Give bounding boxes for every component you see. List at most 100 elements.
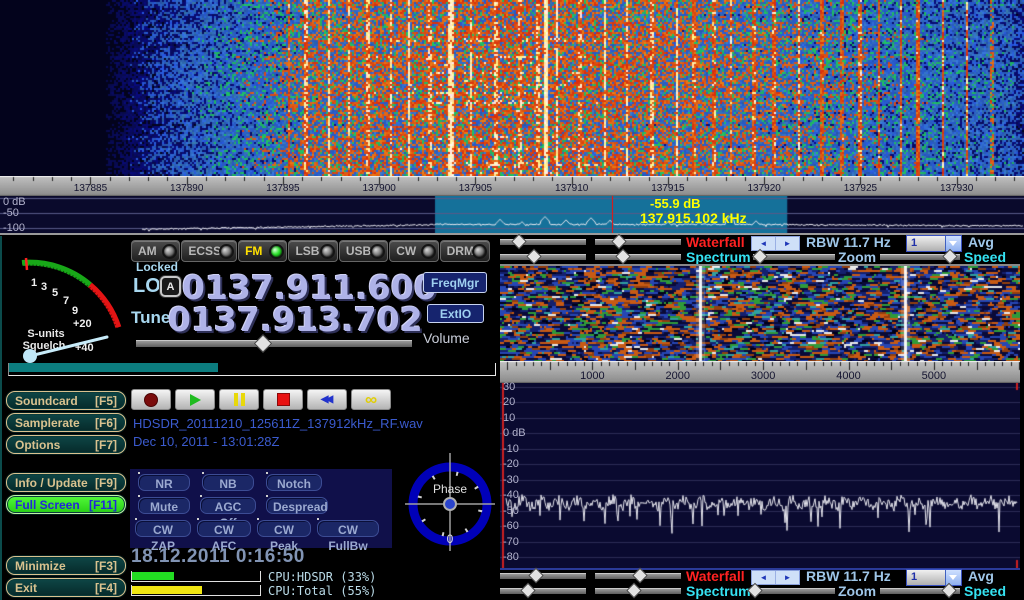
tune-frequency-display[interactable]: 0137.913.702 — [168, 300, 423, 339]
play-button[interactable] — [175, 389, 215, 410]
smeter-tick-5: 5 — [52, 287, 58, 299]
audio-db-label: 10 — [503, 412, 515, 424]
dsp-nr-button[interactable]: NR — [138, 474, 190, 491]
avg-dropdown[interactable]: 1 — [906, 235, 962, 252]
dsp-agc-off-button[interactable]: AGC Off — [200, 497, 256, 514]
volume-slider-thumb[interactable] — [254, 334, 272, 352]
rewind-button[interactable]: ◀◀ — [307, 389, 347, 410]
avg-dropdown[interactable]: 1 — [906, 569, 962, 586]
spectrum-range-slider[interactable] — [595, 251, 681, 262]
smeter-needle-hub — [23, 349, 37, 363]
freq-tick-label: 2000 — [666, 370, 690, 382]
pause-button[interactable] — [219, 389, 259, 410]
rbw-increase-button[interactable]: ► — [776, 571, 799, 584]
menu-button-hotkey: [F7] — [95, 438, 117, 452]
waterfall-contrast-slider[interactable] — [595, 236, 681, 247]
menu-button-hotkey: [F3] — [95, 559, 117, 573]
mode-button-cw[interactable]: CW — [389, 240, 438, 262]
slider-thumb[interactable] — [511, 234, 527, 250]
mode-button-fm[interactable]: FM — [238, 240, 287, 262]
rbw-decrease-button[interactable]: ◄ — [752, 237, 776, 250]
squelch-level-bar[interactable] — [8, 363, 496, 376]
lo-lock-a-button[interactable]: A — [160, 276, 181, 297]
extio-button[interactable]: ExtIO — [427, 304, 484, 323]
mode-led-icon — [474, 246, 485, 257]
rbw-increase-button[interactable]: ► — [776, 237, 799, 250]
slider-thumb[interactable] — [941, 583, 957, 599]
main-waterfall[interactable] — [0, 0, 1024, 176]
slider-thumb[interactable] — [611, 234, 627, 250]
options-button[interactable]: Options[F7] — [6, 435, 126, 454]
mode-button-usb[interactable]: USB — [339, 240, 388, 262]
s-meter[interactable]: 1 3 5 7 9 +20 +40 S-units Squelch — [2, 238, 128, 378]
audio-spectrum[interactable]: 3020100 dB-10-20-30-40-50-60-70-80 — [500, 383, 1020, 570]
slider-thumb[interactable] — [520, 583, 536, 599]
tune-cursor — [612, 196, 613, 233]
audio-db-label: 20 — [503, 396, 515, 408]
dsp-cw-afc-button[interactable]: CW AFC — [197, 520, 251, 537]
slider-thumb[interactable] — [752, 249, 768, 265]
info-update-button[interactable]: Info / Update[F9] — [6, 473, 126, 492]
spectrum-range-slider[interactable] — [595, 585, 681, 596]
freq-tick-label: 137895 — [266, 183, 299, 194]
dsp-mute-button[interactable]: Mute — [138, 497, 190, 514]
zoom-slider[interactable] — [753, 251, 835, 262]
dsp-cw-fullbw-button[interactable]: CW FullBw — [317, 520, 379, 537]
dsp-cw-zap-button[interactable]: CW ZAP — [135, 520, 191, 537]
audio-db-label: -70 — [503, 536, 519, 548]
mode-button-drm[interactable]: DRM — [440, 240, 490, 262]
spectrum-ref-slider[interactable] — [500, 585, 586, 596]
slider-thumb[interactable] — [616, 249, 632, 265]
mode-button-am[interactable]: AM — [131, 240, 180, 262]
menu-button-hotkey: [F5] — [95, 394, 117, 408]
stop-button[interactable] — [263, 389, 303, 410]
dropdown-arrow-icon[interactable] — [945, 236, 961, 251]
menu-button-label: Minimize — [15, 559, 66, 573]
minimize-button[interactable]: Minimize [F3] — [6, 556, 126, 575]
slider-thumb[interactable] — [943, 249, 959, 265]
speed-slider[interactable] — [880, 251, 960, 262]
menu-button-hotkey: [F6] — [95, 416, 117, 430]
freqmgr-button[interactable]: FreqMgr — [423, 272, 487, 293]
mode-button-lsb[interactable]: LSB — [288, 240, 337, 262]
slider-thumb[interactable] — [528, 568, 544, 584]
zoom-slider[interactable] — [753, 585, 835, 596]
waterfall-brightness-slider[interactable] — [500, 236, 586, 247]
menu-button-label: Exit — [15, 581, 37, 595]
slider-track — [595, 239, 681, 245]
speed-slider[interactable] — [880, 585, 960, 596]
audio-db-label: -20 — [503, 458, 519, 470]
soundcard-button[interactable]: Soundcard[F5] — [6, 391, 126, 410]
spectrum-ref-slider[interactable] — [500, 251, 586, 262]
waterfall-brightness-slider[interactable] — [500, 570, 586, 581]
waterfall-contrast-slider[interactable] — [595, 570, 681, 581]
zoom-label: Zoom — [838, 583, 876, 599]
dsp-cw-peak-button[interactable]: CW Peak — [257, 520, 311, 537]
slider-thumb[interactable] — [527, 249, 543, 265]
samplerate-button[interactable]: Samplerate[F6] — [6, 413, 126, 432]
rbw-decrease-button[interactable]: ◄ — [752, 571, 776, 584]
freq-tick-label: 137910 — [555, 183, 588, 194]
smeter-peak-mark — [26, 258, 27, 270]
stop-icon — [277, 393, 290, 406]
mode-button-ecss[interactable]: ECSS — [181, 240, 237, 262]
volume-slider[interactable] — [136, 337, 412, 349]
frequency-ruler[interactable]: 1378851378901378951379001379051379101379… — [0, 176, 1024, 196]
smeter-tick-7: 7 — [63, 295, 69, 307]
avg-label: Avg — [968, 568, 994, 584]
fullscreen-button[interactable]: Full Screen[F11] — [6, 495, 126, 514]
main-spectrum[interactable]: 0 dB-50-100 -55.9 dB 137.915.102 kHz — [0, 196, 1024, 233]
exit-button[interactable]: Exit[F4] — [6, 578, 126, 597]
audio-waterfall[interactable] — [500, 264, 1020, 361]
slider-track — [500, 588, 586, 594]
menu-button-label: Full Screen — [15, 498, 80, 512]
smeter-tick-9: 9 — [72, 305, 78, 317]
audio-frequency-ruler[interactable]: 10002000300040005000 — [500, 361, 1020, 383]
loop-button[interactable]: ∞ — [351, 389, 391, 410]
dsp-notch-button[interactable]: Notch — [266, 474, 322, 491]
record-button[interactable] — [131, 389, 171, 410]
slider-thumb[interactable] — [626, 583, 642, 599]
slider-thumb[interactable] — [632, 568, 648, 584]
dsp-nb-button[interactable]: NB — [202, 474, 254, 491]
dsp-despread-button[interactable]: Despread — [266, 497, 328, 514]
